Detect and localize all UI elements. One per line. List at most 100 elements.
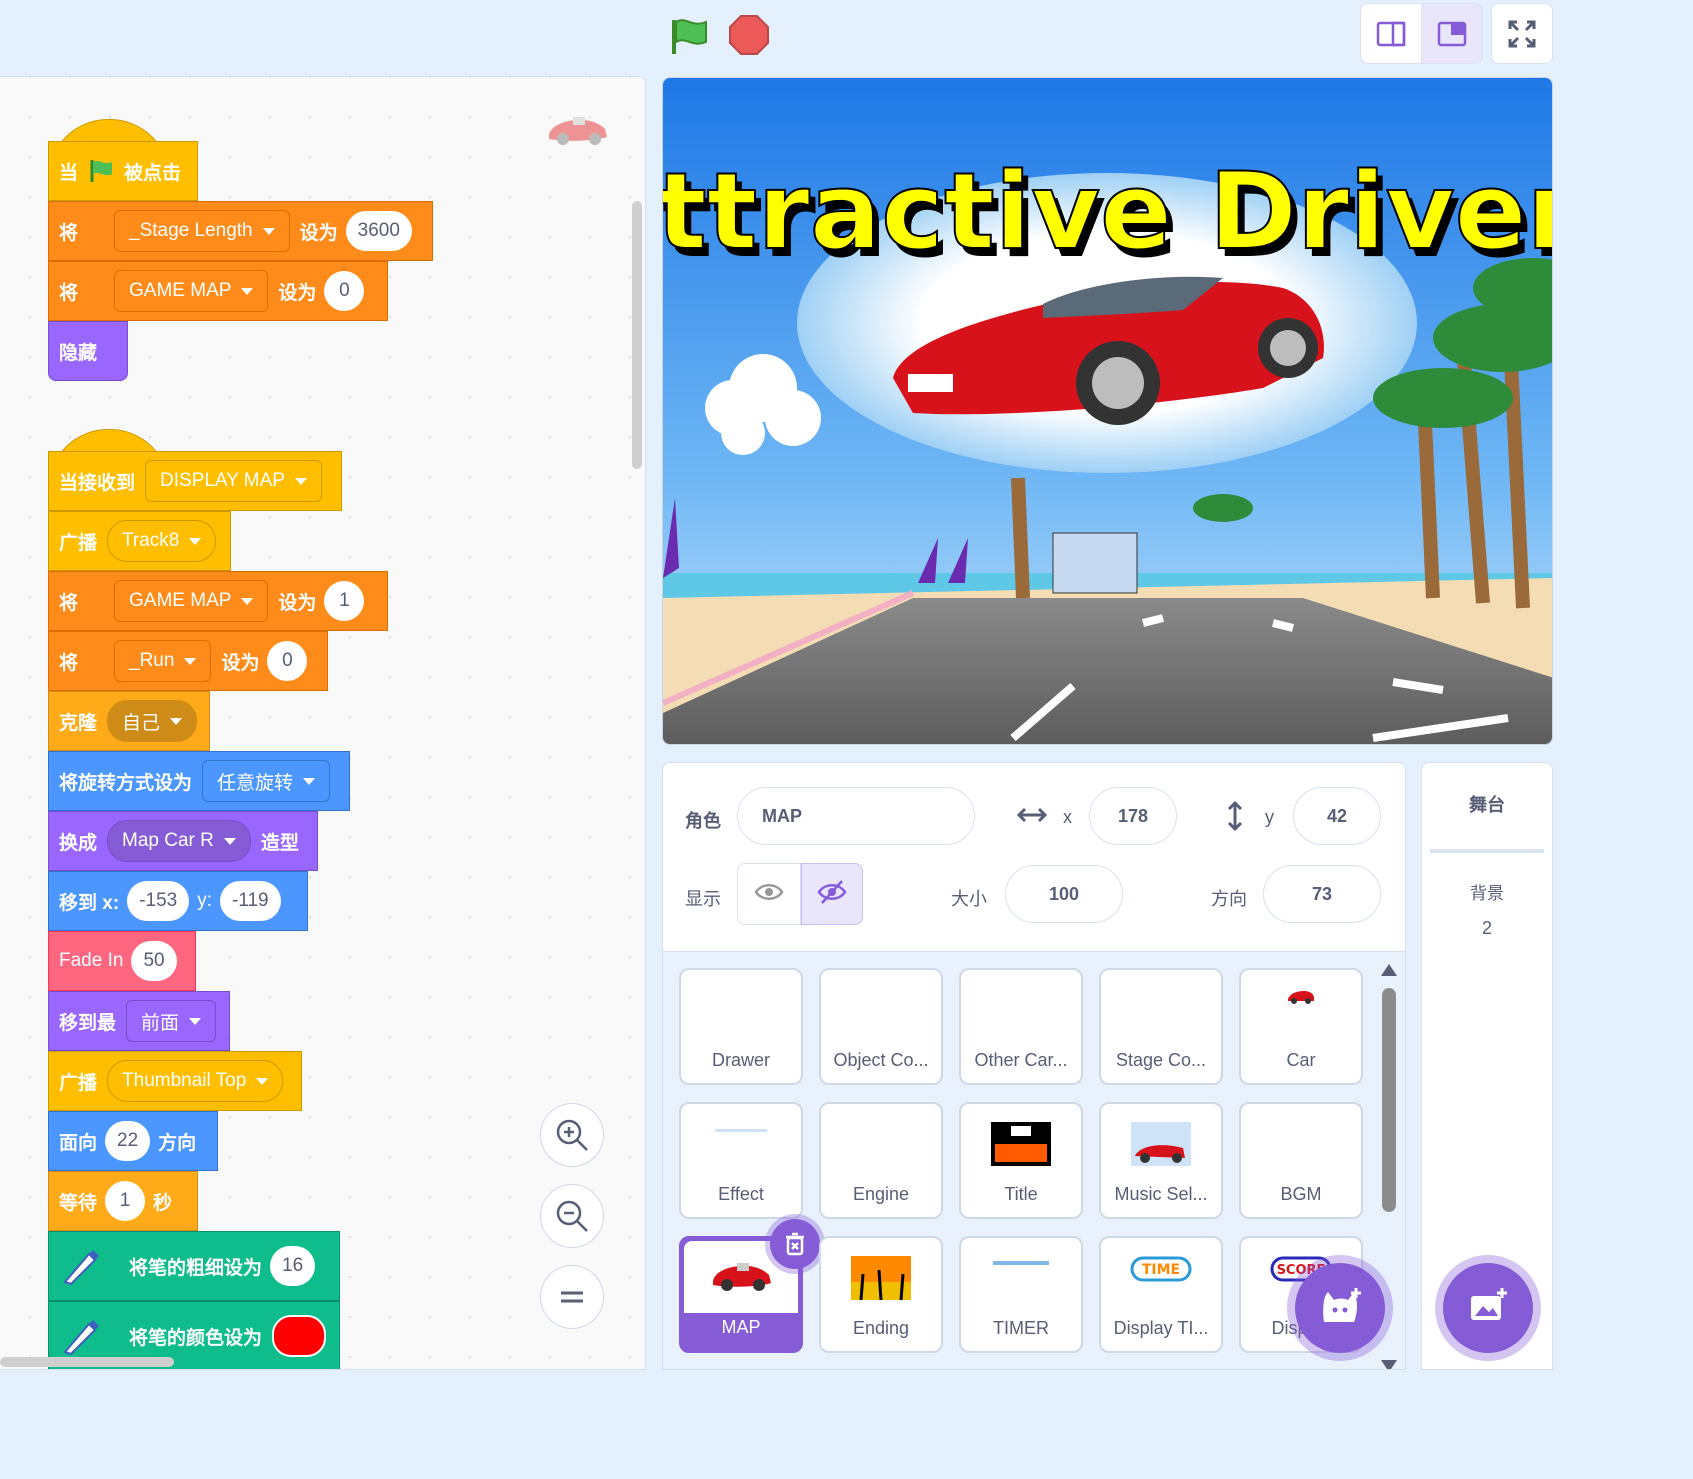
block-text: 将笔的粗细设为 bbox=[129, 1257, 263, 1279]
sprite-tile[interactable]: Engine bbox=[819, 1102, 943, 1219]
value-input[interactable]: 3600 bbox=[345, 211, 412, 251]
sprite-tile[interactable]: BGM bbox=[1239, 1102, 1363, 1219]
block-text: 方向 bbox=[158, 1132, 197, 1154]
zoom-out-icon[interactable] bbox=[540, 1184, 604, 1248]
zoom-reset-icon[interactable] bbox=[540, 1265, 604, 1329]
clone-target-dropdown[interactable]: 自己 bbox=[107, 700, 198, 742]
variable-dropdown[interactable]: GAME MAP bbox=[114, 270, 269, 312]
message-dropdown[interactable]: DISPLAY MAP bbox=[145, 460, 322, 502]
block-text: 移到 x: bbox=[59, 892, 120, 914]
sprite-tile[interactable]: TIMER bbox=[959, 1236, 1083, 1353]
set-variable-block[interactable]: 将 GAME MAP 设为 1 bbox=[48, 571, 388, 631]
cat-plus-icon bbox=[1318, 1286, 1362, 1331]
sprite-tile[interactable]: Car bbox=[1239, 968, 1363, 1085]
block-text: 设为 bbox=[278, 592, 317, 614]
pen-size-input[interactable]: 16 bbox=[270, 1246, 316, 1286]
code-workspace[interactable]: 当 被点击 将 _Stage Length 设为 3600 将 GAME MAP… bbox=[0, 76, 646, 1370]
stage-title-art: Attractive Drivers bbox=[663, 150, 1553, 273]
variable-dropdown[interactable]: GAME MAP bbox=[114, 580, 269, 622]
sprite-name-input[interactable]: MAP bbox=[737, 787, 975, 845]
set-variable-block[interactable]: 将 GAME MAP 设为 0 bbox=[48, 261, 388, 321]
sprite-tile[interactable]: TIME Display TI... bbox=[1099, 1236, 1223, 1353]
block-text: 被点击 bbox=[124, 162, 182, 184]
value-input[interactable]: 1 bbox=[324, 581, 365, 621]
variable-dropdown[interactable]: _Run bbox=[114, 640, 212, 682]
block-text: 广播 bbox=[59, 532, 98, 554]
go-to-layer-block[interactable]: 移到最 前面 bbox=[48, 991, 230, 1051]
sprite-tile[interactable]: Stage Co... bbox=[1099, 968, 1223, 1085]
rotation-style-dropdown[interactable]: 任意旋转 bbox=[202, 760, 331, 802]
block-text: Fade In bbox=[59, 950, 124, 971]
when-receive-block[interactable]: 当接收到 DISPLAY MAP bbox=[48, 451, 342, 511]
vertical-scrollbar[interactable] bbox=[632, 201, 642, 469]
wait-block[interactable]: 等待 1 秒 bbox=[48, 1171, 198, 1231]
stage-target-pane[interactable]: 舞台 背景 2 bbox=[1421, 762, 1553, 1370]
layer-dropdown[interactable]: 前面 bbox=[126, 1000, 217, 1042]
sprite-name: Music Sel... bbox=[1114, 1184, 1208, 1204]
set-variable-block[interactable]: 将 _Run 设为 0 bbox=[48, 631, 328, 691]
sprite-tile[interactable]: Object Co... bbox=[819, 968, 943, 1085]
sprite-thumbnail bbox=[711, 1122, 771, 1140]
sprite-list-scrollbar[interactable] bbox=[1382, 988, 1396, 1212]
size-input[interactable]: 100 bbox=[1005, 865, 1123, 923]
size-label: 大小 bbox=[951, 889, 987, 909]
sprite-name: Stage Co... bbox=[1115, 1050, 1207, 1070]
sprite-name: MAP bbox=[721, 1317, 761, 1337]
costume-dropdown[interactable]: Map Car R bbox=[107, 820, 251, 862]
set-rotation-style-block[interactable]: 将旋转方式设为 任意旋转 bbox=[48, 751, 350, 811]
add-backdrop-button[interactable] bbox=[1443, 1263, 1533, 1353]
hide-block[interactable]: 隐藏 bbox=[48, 321, 128, 381]
switch-costume-block[interactable]: 换成 Map Car R 造型 bbox=[48, 811, 318, 871]
x-input[interactable]: -153 bbox=[127, 881, 190, 921]
y-input[interactable]: -119 bbox=[220, 881, 281, 921]
sprite-tile[interactable]: Title bbox=[959, 1102, 1083, 1219]
y-label: y bbox=[1265, 807, 1274, 827]
create-clone-block[interactable]: 克隆 自己 bbox=[48, 691, 210, 751]
delete-sprite-icon[interactable] bbox=[770, 1219, 820, 1269]
sprite-tile[interactable]: Other Car... bbox=[959, 968, 1083, 1085]
variable-dropdown[interactable]: _Stage Length bbox=[114, 210, 290, 252]
fullscreen-icon[interactable] bbox=[1491, 3, 1553, 64]
scroll-up-arrow-icon[interactable] bbox=[1381, 964, 1397, 976]
y-input[interactable]: 42 bbox=[1293, 787, 1381, 845]
set-variable-block[interactable]: 将 _Stage Length 设为 3600 bbox=[48, 201, 433, 261]
small-stage-mode-icon[interactable] bbox=[1360, 3, 1422, 64]
show-sprite-toggle[interactable] bbox=[737, 863, 801, 925]
sprite-tile[interactable]: Effect bbox=[679, 1102, 803, 1219]
sprite-tile[interactable]: Music Sel... bbox=[1099, 1102, 1223, 1219]
pen-color-swatch[interactable] bbox=[272, 1315, 327, 1357]
wait-input[interactable]: 1 bbox=[105, 1181, 146, 1221]
value-input[interactable]: 0 bbox=[267, 641, 308, 681]
sprite-tile[interactable]: Drawer bbox=[679, 968, 803, 1085]
sprite-corner-thumbnail bbox=[545, 111, 611, 152]
add-sprite-button[interactable] bbox=[1295, 1263, 1385, 1353]
sprite-tile[interactable]: Ending bbox=[819, 1236, 943, 1353]
set-pen-size-block[interactable]: 将笔的粗细设为 16 bbox=[48, 1231, 340, 1301]
direction-input[interactable]: 22 bbox=[105, 1121, 151, 1161]
message-dropdown[interactable]: Track8 bbox=[107, 520, 217, 562]
zoom-in-icon[interactable] bbox=[540, 1103, 604, 1167]
sprite-name: Display TI... bbox=[1113, 1318, 1209, 1338]
goto-xy-block[interactable]: 移到 x: -153 y: -119 bbox=[48, 871, 308, 931]
sprite-name: Car bbox=[1286, 1050, 1316, 1070]
fade-input[interactable]: 50 bbox=[131, 941, 177, 981]
x-input[interactable]: 178 bbox=[1089, 787, 1177, 845]
direction-input[interactable]: 73 bbox=[1263, 865, 1381, 923]
hide-sprite-toggle[interactable] bbox=[801, 863, 863, 925]
point-in-direction-block[interactable]: 面向 22 方向 bbox=[48, 1111, 218, 1171]
horizontal-scrollbar[interactable] bbox=[0, 1357, 174, 1367]
fade-in-block[interactable]: Fade In 50 bbox=[48, 931, 196, 991]
horizontal-arrows-icon bbox=[1015, 805, 1049, 830]
message-dropdown[interactable]: Thumbnail Top bbox=[107, 1060, 284, 1102]
value-input[interactable]: 0 bbox=[324, 271, 365, 311]
sprite-tile[interactable]: MAP bbox=[679, 1219, 820, 1353]
backdrops-label: 背景 bbox=[1470, 884, 1504, 903]
normal-stage-mode-icon[interactable] bbox=[1421, 3, 1483, 64]
green-flag-icon[interactable] bbox=[668, 16, 712, 56]
when-flag-clicked-block[interactable]: 当 被点击 bbox=[48, 141, 198, 201]
broadcast-block[interactable]: 广播 Thumbnail Top bbox=[48, 1051, 302, 1111]
broadcast-block[interactable]: 广播 Track8 bbox=[48, 511, 231, 571]
stage-canvas[interactable]: Attractive Drivers Attractive Drivers bbox=[662, 77, 1553, 745]
stop-icon[interactable] bbox=[728, 14, 770, 56]
scroll-down-arrow-icon[interactable] bbox=[1381, 1360, 1397, 1369]
